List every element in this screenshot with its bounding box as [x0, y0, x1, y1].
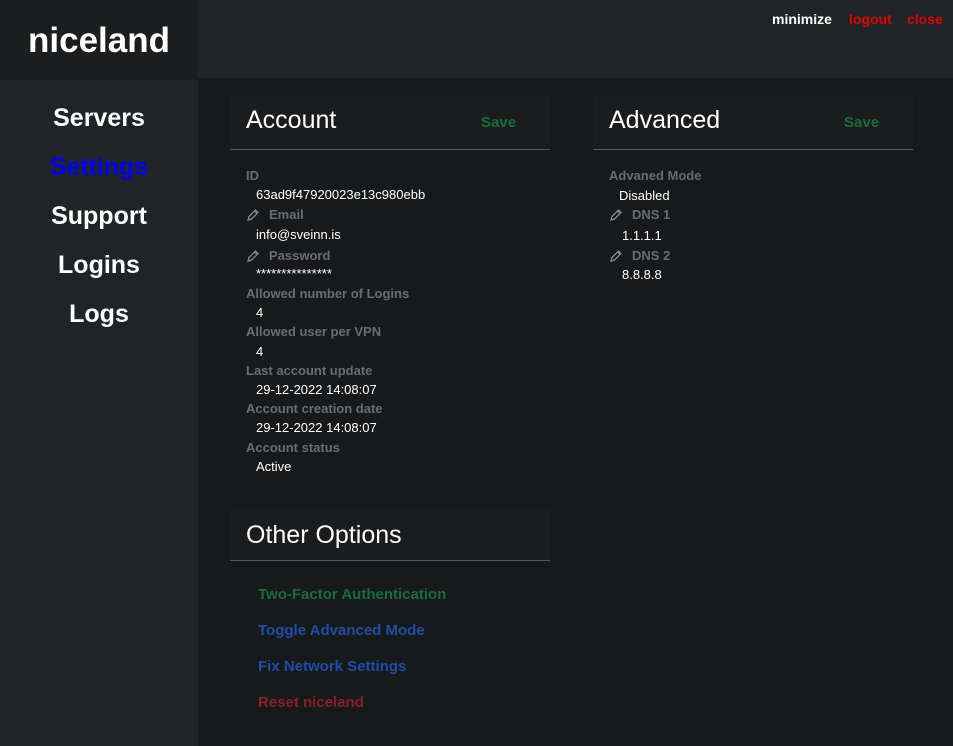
account-panel: Account Save ID 63ad9f47920023e13c980ebb…	[230, 95, 550, 485]
fix-network-link[interactable]: Fix Network Settings	[258, 657, 406, 677]
id-value: 63ad9f47920023e13c980ebb	[256, 187, 426, 202]
two-factor-link[interactable]: Two-Factor Authentication	[258, 585, 446, 605]
logout-button[interactable]: logout	[849, 10, 892, 28]
advanced-panel: Advanced Save Advaned Mode Disabled DNS …	[593, 95, 913, 295]
pencil-icon[interactable]	[609, 249, 623, 263]
nav-item-servers[interactable]: Servers	[0, 101, 198, 135]
dns2-label: DNS 2	[632, 248, 671, 263]
advanced-panel-header: Advanced Save	[593, 95, 913, 150]
pencil-icon[interactable]	[246, 208, 260, 222]
users-per-vpn-label: Allowed user per VPN	[246, 324, 382, 339]
app-window: niceland Servers Settings Support Logins…	[0, 0, 953, 746]
status-value: Active	[256, 459, 292, 474]
advanced-title: Advanced	[609, 106, 721, 134]
close-button[interactable]: close	[907, 10, 943, 28]
other-options-header: Other Options	[230, 510, 550, 561]
toggle-advanced-link[interactable]: Toggle Advanced Mode	[258, 621, 425, 641]
status-label: Account status	[246, 440, 340, 455]
nav-item-logins[interactable]: Logins	[0, 248, 198, 282]
advanced-mode-value: Disabled	[619, 188, 670, 203]
nav-item-logs[interactable]: Logs	[0, 297, 198, 331]
last-update-label: Last account update	[246, 363, 373, 378]
dns1-value: 1.1.1.1	[622, 228, 662, 243]
account-panel-header: Account Save	[230, 95, 550, 150]
reset-link[interactable]: Reset niceland	[258, 693, 364, 713]
minimize-button[interactable]: minimize	[772, 10, 832, 28]
nav-item-support[interactable]: Support	[0, 199, 198, 233]
sidebar: niceland Servers Settings Support Logins…	[0, 0, 198, 746]
creation-date-label: Account creation date	[246, 401, 383, 416]
password-label: Password	[269, 248, 331, 263]
logins-value: 4	[256, 305, 264, 320]
password-value: ***************	[256, 266, 332, 281]
last-update-value: 29-12-2022 14:08:07	[256, 382, 377, 397]
app-logo: niceland	[0, 0, 198, 80]
advanced-save-button[interactable]: Save	[844, 114, 879, 132]
account-title: Account	[246, 106, 337, 134]
users-per-vpn-value: 4	[256, 344, 264, 359]
logins-label: Allowed number of Logins	[246, 286, 410, 301]
advanced-mode-label: Advaned Mode	[609, 168, 702, 183]
other-options-title: Other Options	[246, 521, 402, 549]
email-label: Email	[269, 207, 304, 222]
top-bar: minimize logout close	[198, 0, 953, 78]
pencil-icon[interactable]	[609, 208, 623, 222]
nav-item-settings[interactable]: Settings	[0, 150, 198, 184]
email-value: info@sveinn.is	[256, 227, 341, 242]
dns1-label: DNS 1	[632, 207, 671, 222]
dns2-value: 8.8.8.8	[622, 267, 662, 282]
creation-date-value: 29-12-2022 14:08:07	[256, 420, 377, 435]
pencil-icon[interactable]	[246, 249, 260, 263]
account-save-button[interactable]: Save	[481, 114, 516, 132]
id-label: ID	[246, 168, 259, 183]
other-options-panel: Other Options Two-Factor Authentication …	[230, 510, 550, 725]
